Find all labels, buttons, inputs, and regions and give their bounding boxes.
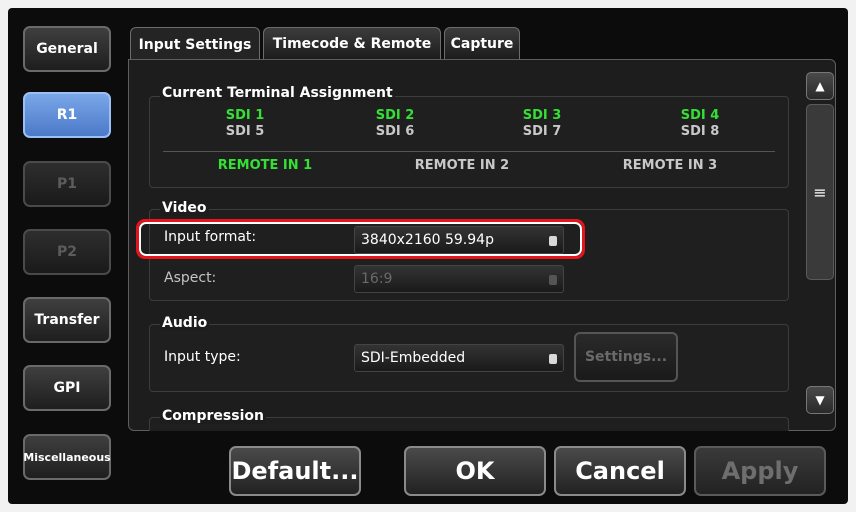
sdi-8-label: SDI 8 xyxy=(680,124,720,139)
ok-button[interactable]: OK xyxy=(404,446,546,496)
sdi-1-label: SDI 1 xyxy=(225,108,265,123)
sidebar-item-p1[interactable]: P1 xyxy=(23,161,111,207)
sidebar-item-miscellaneous[interactable]: Miscellaneous xyxy=(23,434,111,480)
aspect-dropdown[interactable]: 16:9 xyxy=(354,265,564,293)
grip-icon: ≡ xyxy=(813,182,827,202)
sdi-2-label: SDI 2 xyxy=(375,108,415,123)
sdi-5-label: SDI 5 xyxy=(225,124,265,139)
input-format-value: 3840x2160 59.94p xyxy=(361,232,494,248)
video-title: Video xyxy=(160,200,209,216)
cancel-button[interactable]: Cancel xyxy=(554,446,686,496)
sidebar-item-transfer[interactable]: Transfer xyxy=(23,297,111,343)
tab-timecode-remote[interactable]: Timecode & Remote xyxy=(263,27,441,59)
dropdown-arrow-icon xyxy=(549,236,557,246)
audio-settings-button[interactable]: Settings... xyxy=(574,332,678,382)
aspect-value: 16:9 xyxy=(361,271,393,287)
tab-capture[interactable]: Capture xyxy=(444,27,520,59)
sidebar-item-p2[interactable]: P2 xyxy=(23,229,111,275)
terminal-assignment-title: Current Terminal Assignment xyxy=(160,85,395,101)
dropdown-arrow-icon xyxy=(549,354,557,364)
input-type-value: SDI-Embedded xyxy=(361,350,466,366)
default-button[interactable]: Default... xyxy=(229,446,361,496)
chevron-up-icon: ▲ xyxy=(815,79,825,93)
compression-title: Compression xyxy=(160,408,266,424)
input-format-label: Input format: xyxy=(164,229,257,245)
input-type-dropdown[interactable]: SDI-Embedded xyxy=(354,344,564,372)
remote-in-3-label: REMOTE IN 3 xyxy=(622,158,718,173)
scroll-down-button[interactable]: ▼ xyxy=(806,386,834,414)
chevron-down-icon: ▼ xyxy=(815,393,825,407)
audio-title: Audio xyxy=(160,315,210,331)
terminal-divider xyxy=(163,151,775,152)
sidebar-item-general[interactable]: General xyxy=(23,26,111,72)
tab-input-settings[interactable]: Input Settings xyxy=(130,27,260,61)
aspect-label: Aspect: xyxy=(164,270,217,286)
sidebar-item-gpi[interactable]: GPI xyxy=(23,365,111,411)
sdi-3-label: SDI 3 xyxy=(522,108,562,123)
input-format-dropdown[interactable]: 3840x2160 59.94p xyxy=(354,226,564,254)
scroll-thumb[interactable]: ≡ xyxy=(806,104,834,280)
dropdown-arrow-icon xyxy=(549,275,557,285)
sdi-7-label: SDI 7 xyxy=(522,124,562,139)
sdi-6-label: SDI 6 xyxy=(375,124,415,139)
scroll-up-button[interactable]: ▲ xyxy=(806,72,834,100)
input-type-label: Input type: xyxy=(164,349,241,365)
remote-in-1-label: REMOTE IN 1 xyxy=(217,158,313,173)
remote-in-2-label: REMOTE IN 2 xyxy=(414,158,510,173)
sdi-4-label: SDI 4 xyxy=(680,108,720,123)
apply-button[interactable]: Apply xyxy=(694,446,826,496)
sidebar-item-r1[interactable]: R1 xyxy=(23,92,111,138)
